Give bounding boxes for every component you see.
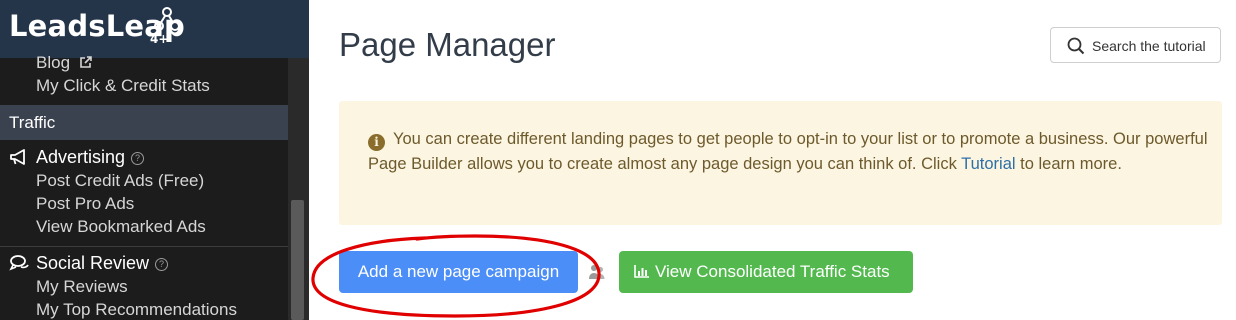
sidebar-item-post-pro-ads[interactable]: Post Pro Ads	[36, 194, 134, 214]
brand-version-badge: 4+	[150, 32, 169, 46]
tutorial-link[interactable]: Tutorial	[961, 155, 1015, 173]
alert-message: i You can create different landing pages …	[368, 127, 1208, 177]
share-network-icon	[154, 7, 180, 31]
view-traffic-stats-button[interactable]: View Consolidated Traffic Stats	[619, 251, 913, 293]
add-page-campaign-button[interactable]: Add a new page campaign	[339, 251, 578, 293]
sidebar-section-traffic: Traffic	[0, 105, 288, 140]
search-tutorial-label: Search the tutorial	[1092, 38, 1206, 54]
sidebar-scrollbar-thumb[interactable]	[291, 200, 304, 320]
section-title: Traffic	[9, 113, 56, 132]
info-alert: i You can create different landing pages …	[339, 101, 1222, 225]
sidebar-item-click-credit-stats[interactable]: My Click & Credit Stats	[36, 76, 210, 96]
help-icon[interactable]: ?	[155, 258, 169, 271]
sidebar-divider	[0, 246, 288, 247]
sidebar-item-my-reviews[interactable]: My Reviews	[36, 277, 128, 297]
sidebar-item-top-recommendations[interactable]: My Top Recommendations	[36, 300, 237, 320]
users-icon[interactable]	[588, 263, 606, 281]
sidebar-item-bookmarked-ads[interactable]: View Bookmarked Ads	[36, 217, 206, 237]
help-icon[interactable]: ?	[131, 152, 145, 165]
chat-bubbles-icon	[9, 255, 29, 271]
sidebar-group-social-review[interactable]: Social Review?	[9, 253, 169, 274]
sidebar-group-advertising[interactable]: Advertising?	[9, 147, 145, 168]
sidebar-group-label: Advertising	[36, 147, 126, 167]
sidebar: LeadsLeap 4+ Blog My Click & Credit Stat…	[0, 0, 309, 320]
external-link-icon	[79, 56, 92, 68]
sidebar-item-label: Blog	[36, 53, 71, 72]
page-title: Page Manager	[339, 26, 556, 63]
brand-header[interactable]: LeadsLeap 4+	[0, 0, 309, 58]
view-traffic-stats-label: View Consolidated Traffic Stats	[655, 262, 890, 281]
search-tutorial-button[interactable]: Search the tutorial	[1050, 27, 1221, 63]
bar-chart-icon	[634, 265, 649, 278]
info-icon: i	[368, 134, 385, 151]
sidebar-item-post-credit-ads[interactable]: Post Credit Ads (Free)	[36, 171, 204, 191]
sidebar-item-blog[interactable]: Blog	[36, 53, 92, 73]
search-icon	[1067, 37, 1085, 55]
megaphone-icon	[10, 149, 25, 165]
alert-text-after: to learn more.	[1015, 155, 1122, 173]
sidebar-group-label: Social Review	[36, 253, 150, 273]
